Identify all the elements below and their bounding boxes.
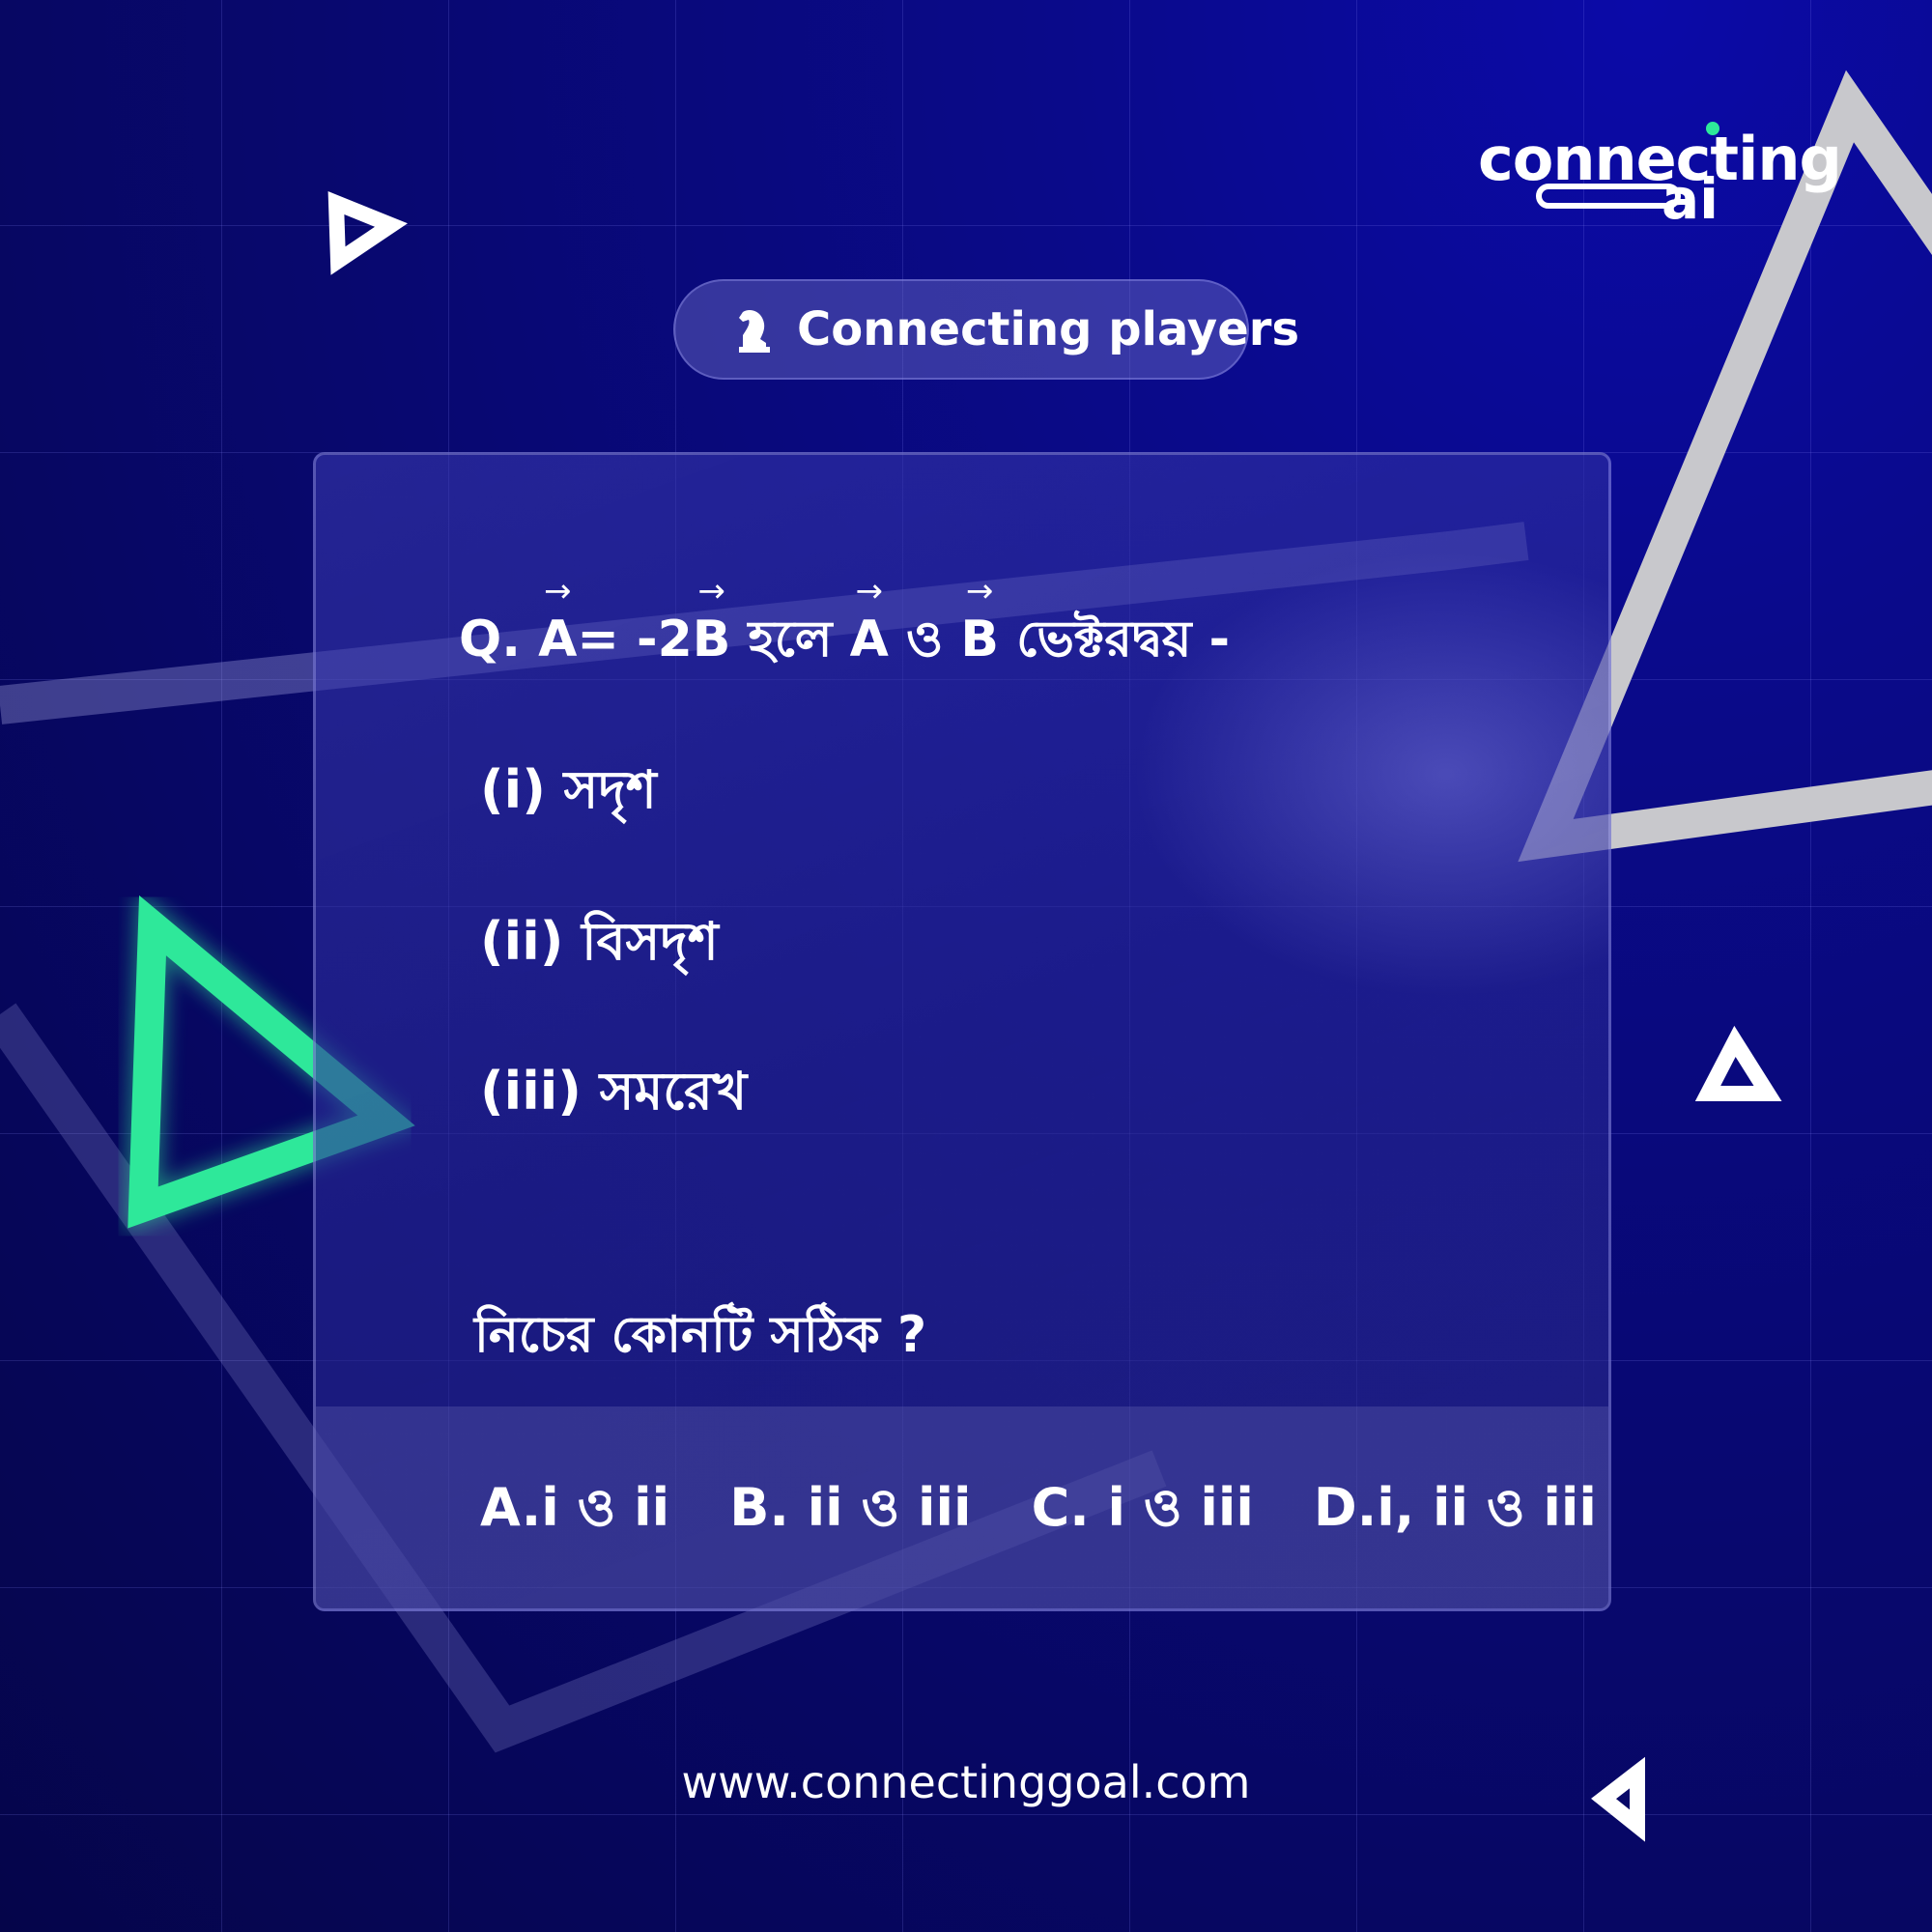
question-mid: হলে — [748, 611, 833, 668]
small-triangle-right — [1694, 1025, 1782, 1101]
brand-logo: connecting ai — [1478, 122, 1842, 232]
vector-b-2: B — [960, 611, 999, 668]
answer-d[interactable]: D.i, ii ও iii — [1314, 1467, 1597, 1554]
question-card: Q. A= -2B হলে A ও B ভেক্টরদ্বয় - (i) সদ… — [313, 452, 1611, 1611]
chess-knight-icon — [733, 303, 776, 355]
vector-a-2: A — [850, 611, 889, 668]
question-text: Q. A= -2B হলে A ও B ভেক্টরদ্বয় - — [459, 600, 1230, 684]
answer-choices: A.i ও ii B. ii ও iii C. i ও iii D.i, ii … — [316, 1406, 1608, 1608]
answer-b[interactable]: B. ii ও iii — [729, 1467, 971, 1554]
footer-url[interactable]: www.connectinggoal.com — [0, 1756, 1932, 1808]
option-ii: (ii) বিসদৃশ — [480, 911, 719, 972]
question-eq: = -2 — [577, 611, 693, 668]
question-prefix: Q. — [459, 611, 521, 668]
answer-a[interactable]: A.i ও ii — [480, 1467, 669, 1554]
logo-text-bottom: ai — [1662, 166, 1719, 232]
vector-b: B — [693, 611, 731, 668]
option-iii: (iii) সমরেখ — [480, 1061, 748, 1122]
small-triangle-top-left — [327, 190, 408, 275]
logo-dot — [1706, 122, 1719, 135]
question-and: ও — [905, 611, 944, 668]
question-tail: ভেক্টরদ্বয় - — [1016, 611, 1231, 668]
logo-pill-shape — [1536, 184, 1681, 209]
question-prompt: নিচের কোনটি সঠিক ? — [474, 1306, 927, 1364]
badge-label: Connecting players — [797, 302, 1300, 356]
answer-c[interactable]: C. i ও iii — [1032, 1467, 1254, 1554]
option-i: (i) সদৃশ — [480, 759, 657, 820]
vector-a: A — [538, 611, 577, 668]
connecting-players-badge: Connecting players — [673, 279, 1299, 380]
